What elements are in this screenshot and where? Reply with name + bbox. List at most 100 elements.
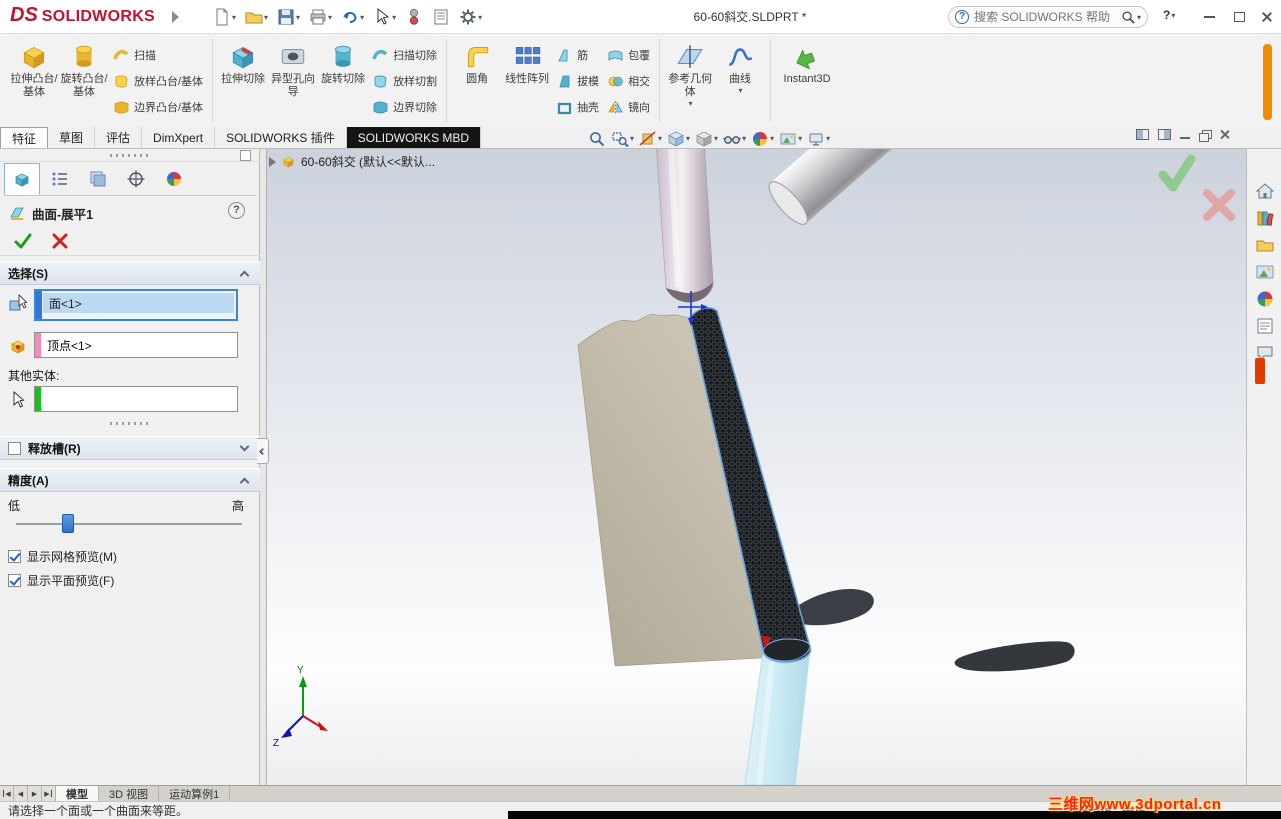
open-file-button[interactable]: ▾ <box>242 6 271 28</box>
tab-display-manager[interactable] <box>156 163 192 195</box>
sweep-cut-button[interactable]: 扫描切除 <box>368 42 441 68</box>
search-icon[interactable]: ▾ <box>1121 10 1141 25</box>
tab-sketch[interactable]: 草图 <box>48 127 96 148</box>
dropdown-caret-icon[interactable]: ▾ <box>658 134 662 143</box>
file-properties-button[interactable] <box>429 6 453 28</box>
tab-dimxpert-manager[interactable] <box>118 163 154 195</box>
extrude-cut-button[interactable]: 拉伸切除 <box>218 36 268 86</box>
curves-button[interactable]: 曲线 ▾ <box>715 36 765 95</box>
cancel-x-button[interactable] <box>49 230 71 252</box>
pm-help-button[interactable]: ? <box>228 202 245 219</box>
view-settings-button[interactable]: ▾ <box>805 129 832 149</box>
dropdown-caret-icon[interactable]: ▾ <box>360 13 364 22</box>
doc-close-icon[interactable] <box>1219 129 1230 140</box>
dropdown-caret-icon[interactable]: ▾ <box>328 13 332 22</box>
hide-show-items-button[interactable]: ▾ <box>721 129 748 149</box>
dropdown-caret-icon[interactable]: ▾ <box>478 13 482 22</box>
dropdown-caret-icon[interactable]: ▾ <box>742 134 746 143</box>
loft-cut-button[interactable]: 放样切割 <box>368 68 441 94</box>
maximize-button[interactable] <box>1226 6 1252 28</box>
tab-mbd[interactable]: SOLIDWORKS MBD <box>346 127 482 148</box>
tab-addins[interactable]: SOLIDWORKS 插件 <box>215 127 347 148</box>
help-search-box[interactable]: ? ▾ <box>948 6 1148 28</box>
selection-section-header[interactable]: 选择(S) <box>0 261 260 285</box>
menu-expand-icon[interactable] <box>172 11 179 23</box>
transparent-cylinder[interactable] <box>744 648 811 785</box>
tab-model[interactable]: 模型 <box>56 786 99 801</box>
dropdown-caret-icon[interactable]: ▾ <box>770 134 774 143</box>
tab-motion-study[interactable]: 运动算例1 <box>159 786 231 801</box>
expand-chevron-icon[interactable] <box>239 441 250 452</box>
dropdown-caret-icon[interactable]: ▾ <box>739 86 743 95</box>
face-selection-box[interactable]: 面<1> <box>34 289 238 321</box>
dropdown-caret-icon[interactable]: ▾ <box>264 13 268 22</box>
rib-button[interactable]: 筋 <box>552 42 603 68</box>
angled-cylinder[interactable] <box>763 149 900 230</box>
confirm-cancel-mark[interactable] <box>1203 189 1235 221</box>
tab-configuration-manager[interactable] <box>80 163 116 195</box>
search-input[interactable] <box>974 10 1121 24</box>
dropdown-caret-icon[interactable]: ▾ <box>686 134 690 143</box>
design-library-button[interactable] <box>1253 206 1277 230</box>
pane-left-icon[interactable] <box>1136 129 1149 140</box>
mirror-button[interactable]: 镜向 <box>603 94 654 120</box>
prev-tab-button[interactable]: ◀ <box>14 786 28 801</box>
custom-properties-button[interactable] <box>1253 314 1277 338</box>
first-tab-button[interactable]: ◀ <box>0 786 14 801</box>
view-orientation-button[interactable]: ▾ <box>665 129 692 149</box>
next-tab-button[interactable]: ▶ <box>28 786 42 801</box>
relief-checkbox[interactable] <box>8 441 21 455</box>
fillet-button[interactable]: 圆角 <box>452 36 502 86</box>
confirm-ok-mark[interactable] <box>1158 154 1196 192</box>
section-view-button[interactable]: ▾ <box>637 129 664 149</box>
collapse-chevron-icon[interactable] <box>239 477 250 488</box>
print-button[interactable]: ▾ <box>306 6 335 28</box>
tab-feature-manager[interactable] <box>4 163 40 195</box>
doc-restore-icon[interactable] <box>1199 129 1212 142</box>
vertex-selection-box[interactable]: 顶点<1> <box>34 332 238 358</box>
source-cylinder[interactable] <box>656 149 714 303</box>
dropdown-caret-icon[interactable]: ▾ <box>392 13 396 22</box>
new-file-button[interactable]: ▾ <box>210 6 239 28</box>
ok-check-button[interactable] <box>12 230 34 252</box>
face-selection-item[interactable]: 面<1> <box>43 293 234 313</box>
last-tab-button[interactable]: ▶ <box>42 786 56 801</box>
intersect-button[interactable]: 相交 <box>603 68 654 94</box>
doc-minimize-icon[interactable] <box>1180 137 1190 139</box>
revolve-boss-button[interactable]: 旋转凸台/基体 <box>59 36 109 99</box>
tab-3d-views[interactable]: 3D 视图 <box>99 786 160 801</box>
pane-right-icon[interactable] <box>1158 129 1171 140</box>
boundary-boss-button[interactable]: 边界凸台/基体 <box>109 94 207 120</box>
accuracy-slider-handle[interactable] <box>62 514 74 533</box>
feature-tree-flyout[interactable]: 60-60斜交 (默认<<默认... <box>267 153 435 170</box>
reference-geometry-button[interactable]: 参考几何体 ▾ <box>665 36 715 108</box>
other-entities-box[interactable] <box>34 386 238 412</box>
minimize-button[interactable] <box>1196 6 1222 28</box>
dropdown-caret-icon[interactable]: ▾ <box>296 13 300 22</box>
accuracy-section-header[interactable]: 精度(A) <box>0 468 260 492</box>
mesh-preview-checkbox[interactable] <box>8 550 21 563</box>
dropdown-caret-icon[interactable]: ▾ <box>798 134 802 143</box>
dropdown-caret-icon[interactable]: ▾ <box>630 134 634 143</box>
tab-dimxpert[interactable]: DimXpert <box>142 127 216 148</box>
apply-scene-button[interactable]: ▾ <box>777 129 804 149</box>
file-explorer-button[interactable] <box>1253 233 1277 257</box>
revolve-cut-button[interactable]: 旋转切除 <box>318 36 368 86</box>
rebuild-button[interactable] <box>402 6 426 28</box>
edit-appearance-button[interactable]: ▾ <box>749 129 776 149</box>
zoom-area-button[interactable]: ▾ <box>609 129 636 149</box>
task-pane-banner[interactable] <box>1255 358 1265 384</box>
collapse-chevron-icon[interactable] <box>239 270 250 281</box>
home-button[interactable] <box>1253 179 1277 203</box>
relief-section-header[interactable]: 释放槽(R) <box>0 436 260 460</box>
shell-button[interactable]: 抽壳 <box>552 94 603 120</box>
sweep-boss-button[interactable]: 扫描 <box>109 42 207 68</box>
tree-expand-icon[interactable] <box>269 156 276 167</box>
close-button[interactable] <box>1254 6 1280 28</box>
tab-property-manager[interactable] <box>42 163 78 195</box>
dropdown-caret-icon[interactable]: ▾ <box>689 99 693 108</box>
instant3d-button[interactable]: Instant3D <box>776 36 838 86</box>
dropdown-caret-icon[interactable]: ▾ <box>714 134 718 143</box>
tab-features[interactable]: 特征 <box>0 127 49 148</box>
boundary-cut-button[interactable]: 边界切除 <box>368 94 441 120</box>
